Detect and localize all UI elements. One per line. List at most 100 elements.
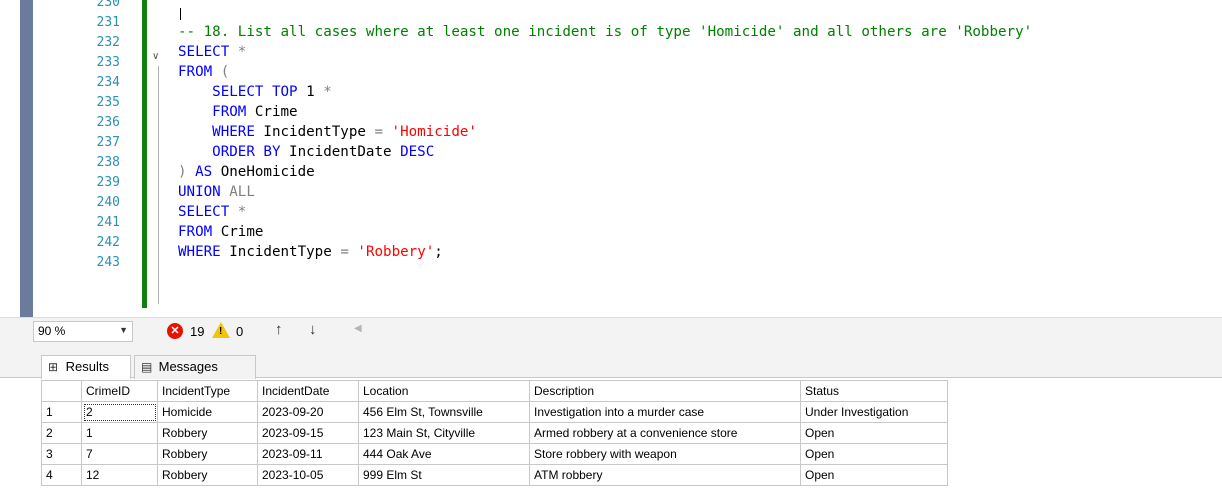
column-header-location[interactable]: Location <box>358 380 530 402</box>
error-count[interactable]: 19 <box>190 324 204 339</box>
cell-description[interactable]: Investigation into a murder case <box>529 401 801 423</box>
cell-location[interactable]: 456 Elm St, Townsville <box>358 401 530 423</box>
line-number-gutter: 230 231 232 233 234 235 236 237 238 239 240 241 242 2… <box>36 0 136 317</box>
code-line[interactable]: WHERE IncidentType = 'Homicide' <box>178 122 477 142</box>
line-number: 243 <box>96 255 120 270</box>
code-token: * <box>229 44 247 60</box>
code-token: UNION <box>178 184 221 200</box>
code-line[interactable]: SELECT * <box>178 202 246 222</box>
column-header-description[interactable]: Description <box>529 380 801 402</box>
code-token: WHERE <box>178 244 221 260</box>
cell-crimeid[interactable]: 2 <box>81 401 158 423</box>
code-token: IncidentType <box>254 124 375 140</box>
code-token: OneHomicide <box>212 164 315 180</box>
cell-crimeid[interactable]: 12 <box>81 464 158 486</box>
code-token: = <box>374 124 384 140</box>
table-row[interactable]: 1 2 Homicide 2023-09-20 456 Elm St, Townsvil… <box>41 401 948 423</box>
cell-crimeid[interactable]: 1 <box>81 422 158 444</box>
code-comment[interactable]: -- 18. List all cases where at least one… <box>178 22 1032 42</box>
code-token: IncidentType <box>220 244 341 260</box>
code-token: ALL <box>220 184 255 200</box>
line-number: 235 <box>96 95 120 110</box>
column-header-incidentdate[interactable]: IncidentDate <box>257 380 359 402</box>
warning-count[interactable]: 0 <box>236 324 243 339</box>
code-token: SELECT <box>178 84 264 100</box>
code-line[interactable]: ORDER BY IncidentDate DESC <box>178 142 434 162</box>
code-line[interactable]: SELECT TOP 1 * <box>178 82 332 102</box>
sql-editor[interactable]: 230 231 232 233 234 235 236 237 238 239 240 241 242 2… <box>0 0 1222 317</box>
line-number: 239 <box>96 175 120 190</box>
cell-description[interactable]: ATM robbery <box>529 464 801 486</box>
row-number[interactable]: 1 <box>41 401 82 423</box>
code-line[interactable]: SELECT * <box>178 42 246 62</box>
cell-location[interactable]: 444 Oak Ave <box>358 443 530 465</box>
code-token: 'Homicide' <box>383 124 477 140</box>
code-token: * <box>323 84 332 100</box>
cell-status[interactable]: Open <box>800 443 948 465</box>
code-token: ) <box>178 164 187 180</box>
cell-incidenttype[interactable]: Robbery <box>157 443 258 465</box>
arrow-down-icon[interactable]: ↓ <box>309 321 317 338</box>
code-token: Crime <box>212 224 264 240</box>
code-line[interactable]: WHERE IncidentType = 'Robbery'; <box>178 242 443 262</box>
code-token: = <box>340 244 349 260</box>
code-token: AS <box>186 164 213 180</box>
column-header-status[interactable]: Status <box>800 380 948 402</box>
editor-status-bar: 90 % ▼ ✕ 19 ! 0 ↑ ↓ ◀ <box>0 317 1222 344</box>
tab-results[interactable]: ⊞ Results <box>41 355 131 379</box>
scroll-left-icon[interactable]: ◀ <box>354 323 362 334</box>
row-number[interactable]: 2 <box>41 422 82 444</box>
code-token: SELECT <box>178 44 230 60</box>
arrow-up-icon[interactable]: ↑ <box>275 321 283 338</box>
cell-location[interactable]: 123 Main St, Cityville <box>358 422 530 444</box>
change-tracking-bar <box>142 0 147 308</box>
cell-incidentdate[interactable]: 2023-09-11 <box>257 443 359 465</box>
table-row[interactable]: 4 12 Robbery 2023-10-05 999 Elm St ATM robber… <box>41 464 948 486</box>
line-number: 231 <box>96 15 120 30</box>
cell-location[interactable]: 999 Elm St <box>358 464 530 486</box>
line-number: 241 <box>96 215 120 230</box>
editor-left-margin <box>0 0 36 317</box>
cell-incidenttype[interactable]: Robbery <box>157 422 258 444</box>
results-grid[interactable]: CrimeID IncidentType IncidentDate Locati… <box>41 380 1222 501</box>
cell-status[interactable]: Under Investigation <box>800 401 948 423</box>
row-number[interactable]: 3 <box>41 443 82 465</box>
row-number[interactable]: 4 <box>41 464 82 486</box>
cell-incidenttype[interactable]: Homicide <box>157 401 258 423</box>
collapse-icon[interactable]: ∨ <box>152 51 164 63</box>
line-number: 232 <box>96 35 120 50</box>
row-number-header[interactable] <box>41 380 82 402</box>
cell-description[interactable]: Armed robbery at a convenience store <box>529 422 801 444</box>
grid-icon: ⊞ <box>48 360 59 374</box>
code-token: WHERE <box>178 124 255 140</box>
results-table: CrimeID IncidentType IncidentDate Locati… <box>41 380 948 486</box>
code-token: ( <box>212 64 230 80</box>
code-line[interactable]: ) AS OneHomicide <box>178 162 315 182</box>
cell-status[interactable]: Open <box>800 422 948 444</box>
error-icon[interactable]: ✕ <box>167 323 183 339</box>
line-number: 240 <box>96 195 120 210</box>
line-number: 236 <box>96 115 120 130</box>
zoom-dropdown[interactable]: 90 % ▼ <box>33 321 133 342</box>
cell-incidentdate[interactable]: 2023-09-20 <box>257 401 359 423</box>
column-header-crimeid[interactable]: CrimeID <box>81 380 158 402</box>
cell-incidenttype[interactable]: Robbery <box>157 464 258 486</box>
header-row: CrimeID IncidentType IncidentDate Locati… <box>41 380 948 402</box>
code-line[interactable]: FROM ( <box>178 62 229 82</box>
warning-icon[interactable]: ! <box>212 322 230 338</box>
cell-status[interactable]: Open <box>800 464 948 486</box>
code-line[interactable]: UNION ALL <box>178 182 255 202</box>
cell-incidentdate[interactable]: 2023-09-15 <box>257 422 359 444</box>
tab-messages[interactable]: ▤ Messages <box>134 355 256 379</box>
cell-description[interactable]: Store robbery with weapon <box>529 443 801 465</box>
table-row[interactable]: 2 1 Robbery 2023-09-15 123 Main St, Cityvill… <box>41 422 948 444</box>
cell-crimeid[interactable]: 7 <box>81 443 158 465</box>
code-line[interactable]: FROM Crime <box>178 102 297 122</box>
cell-incidentdate[interactable]: 2023-10-05 <box>257 464 359 486</box>
table-row[interactable]: 3 7 Robbery 2023-09-11 444 Oak Ave Store robb… <box>41 443 948 465</box>
code-line[interactable]: FROM Crime <box>178 222 263 242</box>
editor-margin-bar <box>20 0 33 317</box>
code-token: * <box>229 204 247 220</box>
column-header-incidenttype[interactable]: IncidentType <box>157 380 258 402</box>
line-number: 242 <box>96 235 120 250</box>
